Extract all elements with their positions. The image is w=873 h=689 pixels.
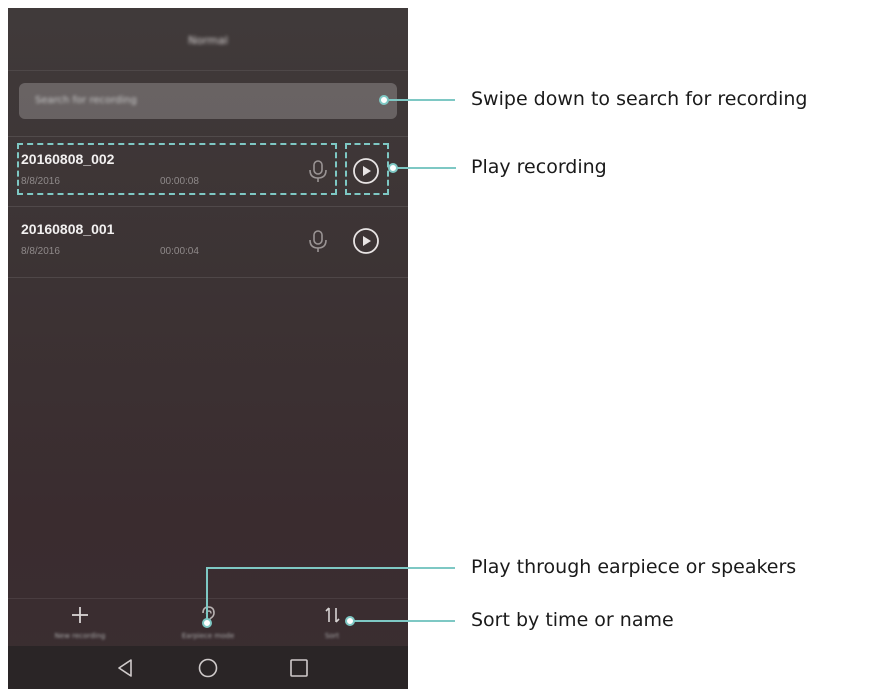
recording-list-item[interactable]: 20160808_002 8/8/2016 00:00:08 <box>8 136 408 207</box>
new-recording-button[interactable]: New recording <box>30 599 130 647</box>
search-recording-input[interactable]: Search for recording <box>19 83 397 119</box>
recording-mode-title[interactable]: Normal <box>8 34 408 47</box>
status-bar <box>8 8 408 24</box>
callout-vline-earpiece <box>206 567 208 621</box>
back-icon[interactable] <box>111 654 139 682</box>
header-divider <box>8 70 408 71</box>
search-placeholder: Search for recording <box>35 95 137 106</box>
callout-search-text: Swipe down to search for recording <box>471 88 808 110</box>
new-recording-label: New recording <box>54 632 106 640</box>
callout-dot-earpiece <box>202 618 212 628</box>
recording-duration: 00:00:04 <box>160 246 199 257</box>
play-recording-button[interactable] <box>352 227 380 255</box>
plus-icon <box>72 607 88 623</box>
callout-highlight-recording <box>17 143 337 195</box>
sort-button[interactable]: Sort <box>282 599 382 647</box>
recent-apps-icon[interactable] <box>285 654 313 682</box>
sort-label: Sort <box>324 632 340 640</box>
microphone-icon <box>309 230 327 252</box>
home-icon[interactable] <box>194 654 222 682</box>
earpiece-mode-label: Earpiece mode <box>181 632 235 640</box>
callout-line-play <box>397 167 456 169</box>
callout-sort-text: Sort by time or name <box>471 609 674 631</box>
callout-earpiece-text: Play through earpiece or speakers <box>471 556 797 578</box>
sort-icon <box>325 607 340 623</box>
recording-list-item[interactable]: 20160808_001 8/8/2016 00:00:04 <box>8 206 408 278</box>
callout-dot-search <box>379 95 389 105</box>
recording-date: 8/8/2016 <box>21 246 60 257</box>
recording-name: 20160808_001 <box>21 221 115 237</box>
callout-highlight-play <box>345 143 389 195</box>
callout-line-earpiece <box>206 567 455 569</box>
phone-screen: Normal Search for recording 20160808_002… <box>8 8 408 689</box>
callout-play-text: Play recording <box>471 156 607 178</box>
callout-line-sort <box>354 620 455 622</box>
navigation-bar <box>8 646 408 689</box>
callout-line-search <box>389 99 455 101</box>
